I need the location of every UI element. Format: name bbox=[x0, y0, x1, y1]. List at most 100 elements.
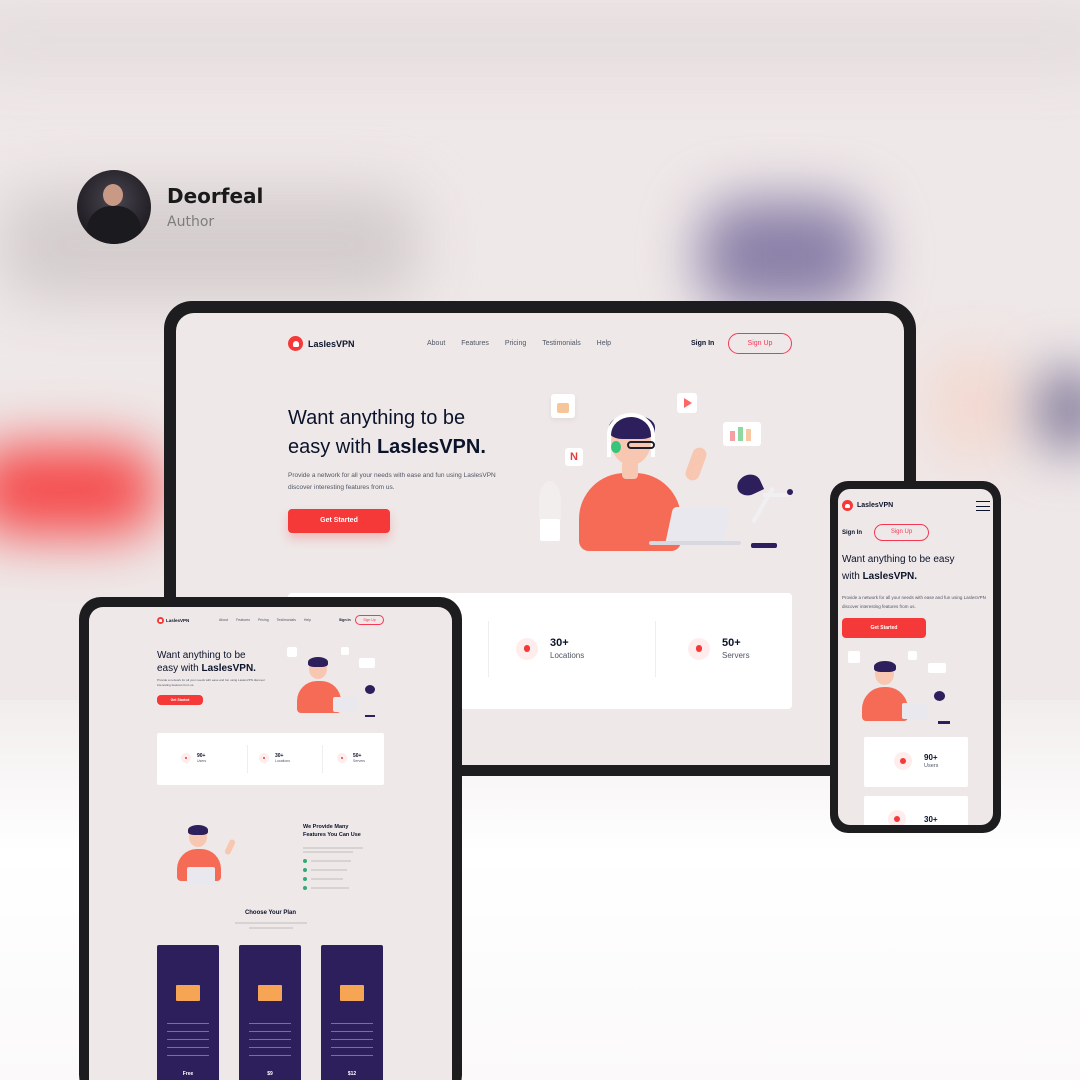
hero-title-line1: Want anything to be bbox=[288, 407, 466, 429]
stats-divider bbox=[488, 621, 489, 677]
gift-box-icon bbox=[258, 985, 282, 1001]
bar-chart-icon bbox=[723, 422, 761, 446]
features-title-line1: We Provide Many bbox=[303, 824, 349, 830]
author-avatar bbox=[77, 170, 151, 244]
server-icon bbox=[688, 637, 710, 660]
plan-card-free[interactable]: Free bbox=[157, 945, 219, 1080]
author-name: Deorfeal bbox=[167, 184, 264, 208]
hero-illustration bbox=[844, 649, 964, 725]
nav-about[interactable]: About bbox=[427, 340, 445, 347]
hamburger-menu-icon[interactable] bbox=[976, 501, 990, 511]
sign-up-button[interactable]: Sign Up bbox=[874, 524, 929, 541]
stat-servers-value: 50+ bbox=[722, 637, 741, 649]
features-illustration bbox=[161, 819, 261, 891]
hero-title-prefix: easy with bbox=[288, 436, 377, 458]
stat-locations: 30+ Locations bbox=[259, 753, 290, 763]
brand-logo[interactable]: LaslesVPN bbox=[842, 500, 893, 511]
sign-in-link[interactable]: Sign In bbox=[339, 618, 351, 622]
hero-title-line1: Want anything to be easy bbox=[842, 554, 955, 565]
get-started-button[interactable]: Get Started bbox=[157, 695, 203, 705]
desk-lamp-icon bbox=[733, 470, 765, 500]
stat-users: 90+ Users bbox=[181, 753, 206, 763]
stat-users-value: 90+ bbox=[924, 753, 938, 762]
sign-in-link[interactable]: Sign In bbox=[842, 530, 862, 536]
laptop-illustration bbox=[664, 507, 732, 545]
nav-pricing[interactable]: Pricing bbox=[258, 618, 269, 622]
main-nav: About Features Pricing Testimonials Help bbox=[427, 340, 611, 347]
nav-features[interactable]: Features bbox=[236, 618, 250, 622]
stat-servers-label: Servers bbox=[353, 759, 366, 763]
server-icon bbox=[337, 753, 347, 763]
logo-icon bbox=[288, 336, 303, 351]
features-title-line2: Features You Can Use bbox=[303, 832, 361, 838]
tablet-mockup: LaslesVPN About Features Pricing Testimo… bbox=[79, 597, 462, 1080]
check-icon bbox=[303, 886, 307, 890]
nav-pricing[interactable]: Pricing bbox=[505, 340, 526, 347]
logo-icon bbox=[842, 500, 853, 511]
hero-title-brand: LaslesVPN. bbox=[862, 571, 918, 582]
brand-logo[interactable]: LaslesVPN bbox=[288, 336, 355, 351]
gift-box-icon bbox=[340, 985, 364, 1001]
tablet-screen: LaslesVPN About Features Pricing Testimo… bbox=[89, 607, 452, 1080]
nav-features[interactable]: Features bbox=[461, 340, 489, 347]
stat-locations: 30+ Locations bbox=[516, 637, 584, 660]
nav-help[interactable]: Help bbox=[304, 618, 311, 622]
brand-name: LaslesVPN bbox=[308, 338, 355, 349]
author-card: Deorfeal Author bbox=[77, 170, 263, 244]
get-started-button[interactable]: Get Started bbox=[288, 509, 390, 533]
location-pin-icon bbox=[259, 753, 269, 763]
hero-description: Provide a network for all your needs wit… bbox=[842, 595, 986, 609]
sign-in-link[interactable]: Sign In bbox=[691, 340, 714, 347]
stat-locations-label: Locations bbox=[550, 651, 585, 660]
location-pin-icon bbox=[516, 637, 538, 660]
play-icon bbox=[677, 393, 697, 413]
plans-title: Choose Your Plan bbox=[244, 910, 297, 916]
nav-help[interactable]: Help bbox=[597, 340, 611, 347]
sign-up-button[interactable]: Sign Up bbox=[355, 615, 384, 625]
stats-card: 90+ Users 30+ Locations 50+ Servers bbox=[157, 733, 384, 785]
stat-card-users: 90+ Users bbox=[864, 737, 968, 787]
logo-icon bbox=[157, 617, 164, 624]
author-role: Author bbox=[167, 214, 215, 230]
hero-description: Provide a network for all your needs wit… bbox=[288, 472, 496, 491]
stat-locations-value: 30+ bbox=[550, 637, 569, 649]
hero-title-line1: Want anything to be bbox=[157, 650, 246, 661]
hero-title-brand: LaslesVPN. bbox=[201, 663, 256, 674]
hero-title: Want anything to be easy with LaslesVPN. bbox=[157, 649, 256, 675]
lock-icon bbox=[551, 394, 575, 418]
hero-title: Want anything to be easy with LaslesVPN. bbox=[842, 551, 992, 585]
stat-locations-value: 30+ bbox=[924, 814, 938, 824]
plan-price-standard: $9 bbox=[267, 1071, 273, 1077]
glasses-icon bbox=[627, 441, 655, 449]
stat-locations-label: Locations bbox=[275, 759, 290, 763]
hero-title-prefix: with bbox=[842, 571, 863, 582]
brand-logo[interactable]: LaslesVPN bbox=[157, 617, 189, 624]
get-started-button[interactable]: Get Started bbox=[842, 618, 926, 638]
sign-up-button[interactable]: Sign Up bbox=[728, 333, 792, 354]
stat-users-label: Users bbox=[197, 759, 207, 763]
plan-card-standard[interactable]: $9 bbox=[239, 945, 301, 1080]
hero-title: Want anything to be easy with LaslesVPN. bbox=[288, 404, 486, 462]
check-icon bbox=[303, 877, 307, 881]
plan-price-premium: $12 bbox=[347, 1071, 357, 1077]
plan-card-premium[interactable]: $12 bbox=[321, 945, 383, 1080]
netflix-icon: N bbox=[565, 448, 583, 466]
hero-title-brand: LaslesVPN. bbox=[376, 436, 486, 458]
features-checklist bbox=[303, 847, 363, 890]
nav-testimonials[interactable]: Testimonials bbox=[277, 618, 296, 622]
location-pin-icon bbox=[888, 810, 906, 825]
hero-illustration: N bbox=[531, 389, 801, 554]
gift-box-icon bbox=[176, 985, 200, 1001]
stat-servers: 50+ Servers bbox=[688, 637, 750, 660]
check-icon bbox=[303, 859, 307, 863]
stat-servers-label: Servers bbox=[722, 651, 750, 660]
stat-servers: 50+ Servers bbox=[337, 753, 365, 763]
stat-users-label: Users bbox=[924, 763, 939, 769]
nav-about[interactable]: About bbox=[219, 618, 228, 622]
hero-illustration bbox=[275, 645, 385, 717]
brand-name: LaslesVPN bbox=[166, 618, 190, 623]
check-icon bbox=[303, 868, 307, 872]
stats-divider bbox=[655, 621, 656, 677]
nav-testimonials[interactable]: Testimonials bbox=[542, 340, 581, 347]
features-title: We Provide Many Features You Can Use bbox=[303, 823, 361, 839]
